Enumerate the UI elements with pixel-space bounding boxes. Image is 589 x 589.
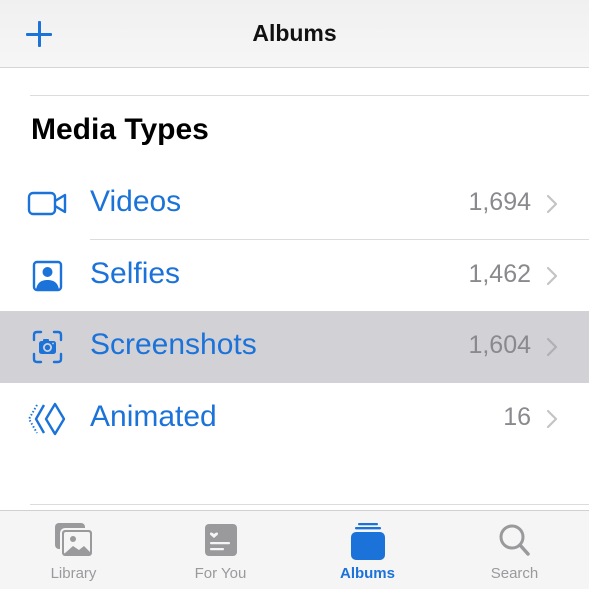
row-label: Videos (90, 185, 182, 218)
video-camera-icon (27, 191, 67, 216)
tab-search[interactable]: Search (441, 511, 588, 589)
media-type-row-animated[interactable]: Animated 16 (0, 383, 589, 455)
tab-for-you[interactable]: For You (147, 511, 294, 589)
row-label: Screenshots (90, 328, 257, 361)
row-label: Selfies (90, 257, 181, 290)
tab-label: Library (50, 565, 97, 582)
chevron-right-icon (546, 409, 558, 429)
tab-label: For You (194, 565, 247, 582)
selfie-portrait-icon (32, 260, 63, 292)
row-label: Animated (90, 400, 217, 433)
row-count: 1,604 (468, 331, 531, 359)
tab-library[interactable]: Library (0, 511, 147, 589)
media-type-row-selfies[interactable]: Selfies 1,462 (0, 240, 589, 312)
photo-library-icon (54, 523, 94, 558)
chevron-right-icon (546, 266, 558, 286)
screenshot-camera-icon (32, 330, 63, 364)
page-title: Albums (252, 20, 337, 46)
divider (30, 504, 589, 505)
media-type-row-screenshots[interactable]: Screenshots 1,604 (0, 311, 589, 383)
row-count: 1,462 (468, 260, 531, 288)
row-count: 16 (503, 403, 531, 431)
chevron-right-icon (546, 337, 558, 357)
chevron-right-icon (546, 194, 558, 214)
tab-bar: Library For You Albums Search (0, 510, 589, 589)
media-type-row-videos[interactable]: Videos 1,694 (0, 168, 589, 240)
tab-label: Search (490, 565, 539, 582)
animated-layers-icon (27, 402, 66, 436)
tab-label: Albums (339, 565, 395, 582)
for-you-heart-card-icon (204, 524, 237, 556)
navigation-bar: Albums (0, 0, 589, 68)
section-title: Media Types (31, 113, 209, 146)
divider (30, 95, 589, 96)
tab-albums[interactable]: Albums (294, 511, 441, 589)
magnifier-search-icon (499, 524, 530, 556)
photos-albums-screen: Albums Media Types Videos 1,694 Selfies … (0, 0, 589, 589)
albums-stack-icon (350, 523, 385, 560)
row-count: 1,694 (468, 188, 531, 216)
